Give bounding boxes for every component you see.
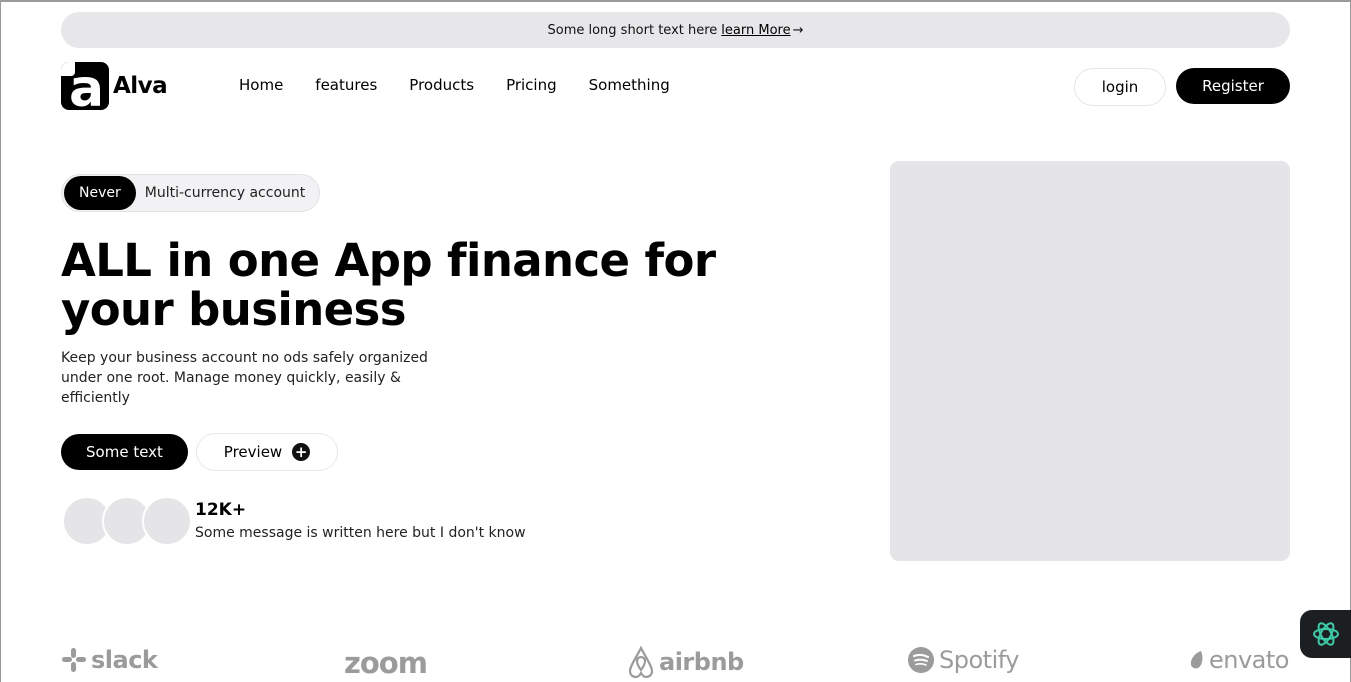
plus-circle-icon: + bbox=[292, 443, 311, 461]
arrow-right-icon[interactable]: → bbox=[793, 23, 804, 38]
zoom-logo: zoom bbox=[344, 646, 428, 680]
nav-item-pricing[interactable]: Pricing bbox=[506, 76, 557, 94]
main-nav: a Alva Home features Products Pricing So… bbox=[61, 62, 1290, 110]
spotify-wordmark: Spotify bbox=[939, 646, 1019, 674]
logo-letter: a bbox=[69, 62, 105, 110]
nav-item-features[interactable]: features bbox=[315, 76, 377, 94]
airbnb-logo: airbnb bbox=[627, 646, 744, 678]
airbnb-icon bbox=[628, 646, 654, 678]
avatar-group bbox=[62, 496, 192, 546]
preview-button[interactable]: Preview + bbox=[196, 433, 338, 471]
envato-leaf-icon bbox=[1190, 651, 1203, 669]
login-button[interactable]: login bbox=[1074, 68, 1166, 106]
slack-logo: slack bbox=[61, 646, 158, 674]
pill-text: Multi-currency account bbox=[144, 185, 306, 201]
preview-label: Preview bbox=[223, 443, 283, 461]
envato-wordmark: envato bbox=[1209, 646, 1289, 674]
slack-wordmark: slack bbox=[91, 646, 158, 674]
user-count-message: Some message is written here but I don't… bbox=[195, 525, 526, 541]
chat-assistant-button[interactable] bbox=[1300, 610, 1351, 658]
partner-logos: slack zoom airbnb Spotify envato bbox=[61, 642, 1290, 682]
announcement-bar: Some long short text here learn More → bbox=[61, 12, 1290, 48]
primary-cta-button[interactable]: Some text bbox=[61, 434, 188, 470]
logo[interactable]: a Alva bbox=[61, 62, 168, 110]
nav-item-products[interactable]: Products bbox=[409, 76, 474, 94]
logo-icon: a bbox=[61, 62, 109, 110]
register-button[interactable]: Register bbox=[1176, 68, 1290, 104]
envato-logo: envato bbox=[1189, 646, 1289, 674]
user-count: 12K+ bbox=[195, 500, 247, 520]
nav-menu: Home features Products Pricing Something bbox=[239, 76, 670, 94]
hero-image-placeholder bbox=[890, 161, 1290, 561]
airbnb-wordmark: airbnb bbox=[659, 648, 744, 676]
brand-name: Alva bbox=[113, 73, 168, 99]
slack-icon bbox=[62, 648, 86, 672]
feature-pill: Never Multi-currency account bbox=[61, 174, 320, 212]
nav-item-something[interactable]: Something bbox=[589, 76, 670, 94]
openai-icon bbox=[1313, 622, 1339, 646]
hero-description: Keep your business account no ods safely… bbox=[61, 350, 428, 406]
pill-tag: Never bbox=[64, 176, 136, 210]
nav-item-home[interactable]: Home bbox=[239, 76, 283, 94]
avatar bbox=[142, 496, 192, 546]
announcement-text: Some long short text here bbox=[547, 22, 718, 38]
hero-headline: ALL in one App finance for your business bbox=[61, 234, 716, 336]
spotify-logo: Spotify bbox=[907, 646, 1019, 674]
zoom-wordmark: zoom bbox=[344, 646, 428, 680]
spotify-icon bbox=[908, 647, 934, 673]
learn-more-link[interactable]: learn More bbox=[721, 23, 790, 38]
